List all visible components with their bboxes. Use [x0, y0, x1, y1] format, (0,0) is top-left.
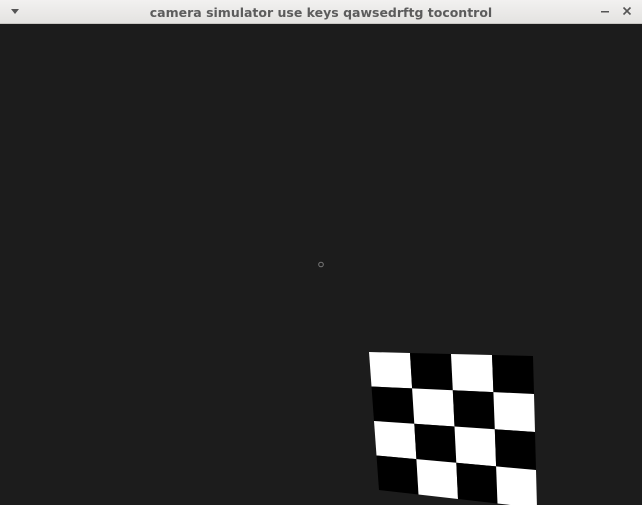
- checker-square: [414, 423, 457, 463]
- close-icon: [622, 6, 632, 16]
- app-window: camera simulator use keys qawsedrftg toc…: [0, 0, 642, 505]
- checker-square: [416, 459, 458, 499]
- checker-square: [492, 355, 534, 394]
- title-bar[interactable]: camera simulator use keys qawsedrftg toc…: [0, 0, 642, 24]
- checker-square: [452, 390, 495, 430]
- checker-square: [493, 392, 535, 432]
- window-title: camera simulator use keys qawsedrftg toc…: [149, 5, 493, 20]
- checker-square: [456, 462, 498, 504]
- checker-square: [412, 388, 455, 427]
- checker-square: [451, 354, 494, 393]
- close-button[interactable]: [618, 3, 636, 21]
- checker-square: [369, 352, 413, 389]
- checker-square: [494, 429, 536, 470]
- checker-square: [374, 421, 417, 460]
- checker-square: [371, 386, 415, 424]
- minimize-icon: [601, 11, 609, 13]
- checker-square: [376, 455, 419, 495]
- scene-canvas: [318, 261, 537, 505]
- checker-square: [454, 426, 497, 467]
- center-marker: [318, 261, 324, 268]
- minimize-button[interactable]: [596, 3, 614, 21]
- checkerboard: [369, 352, 537, 505]
- checker-square: [410, 353, 453, 391]
- checker-square: [496, 466, 537, 505]
- camera-viewport[interactable]: [0, 24, 642, 505]
